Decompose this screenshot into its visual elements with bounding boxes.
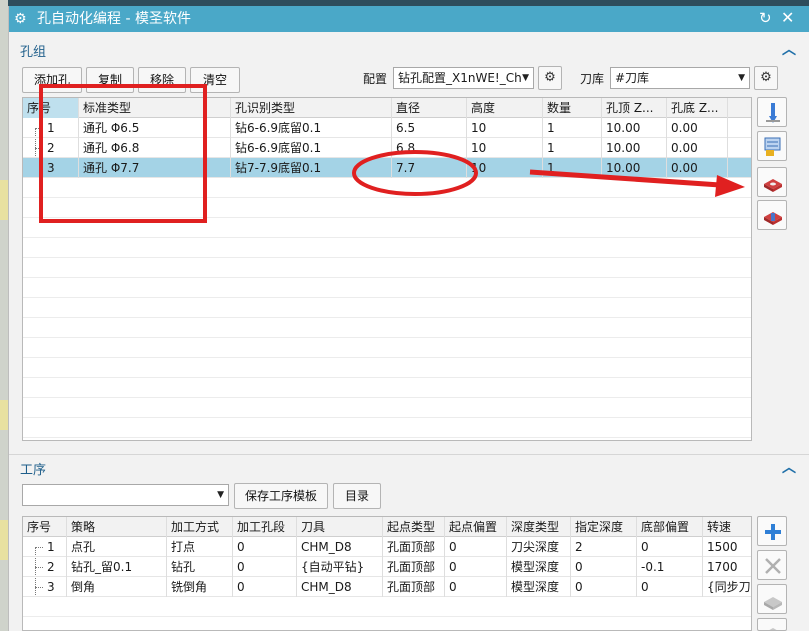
annotation-ellipse [352,150,478,196]
annotation-rectangle [39,84,207,223]
annotation-arrow-head [715,175,745,197]
annotation-overlay [39,84,745,223]
annotation-arrow-line [529,169,721,188]
